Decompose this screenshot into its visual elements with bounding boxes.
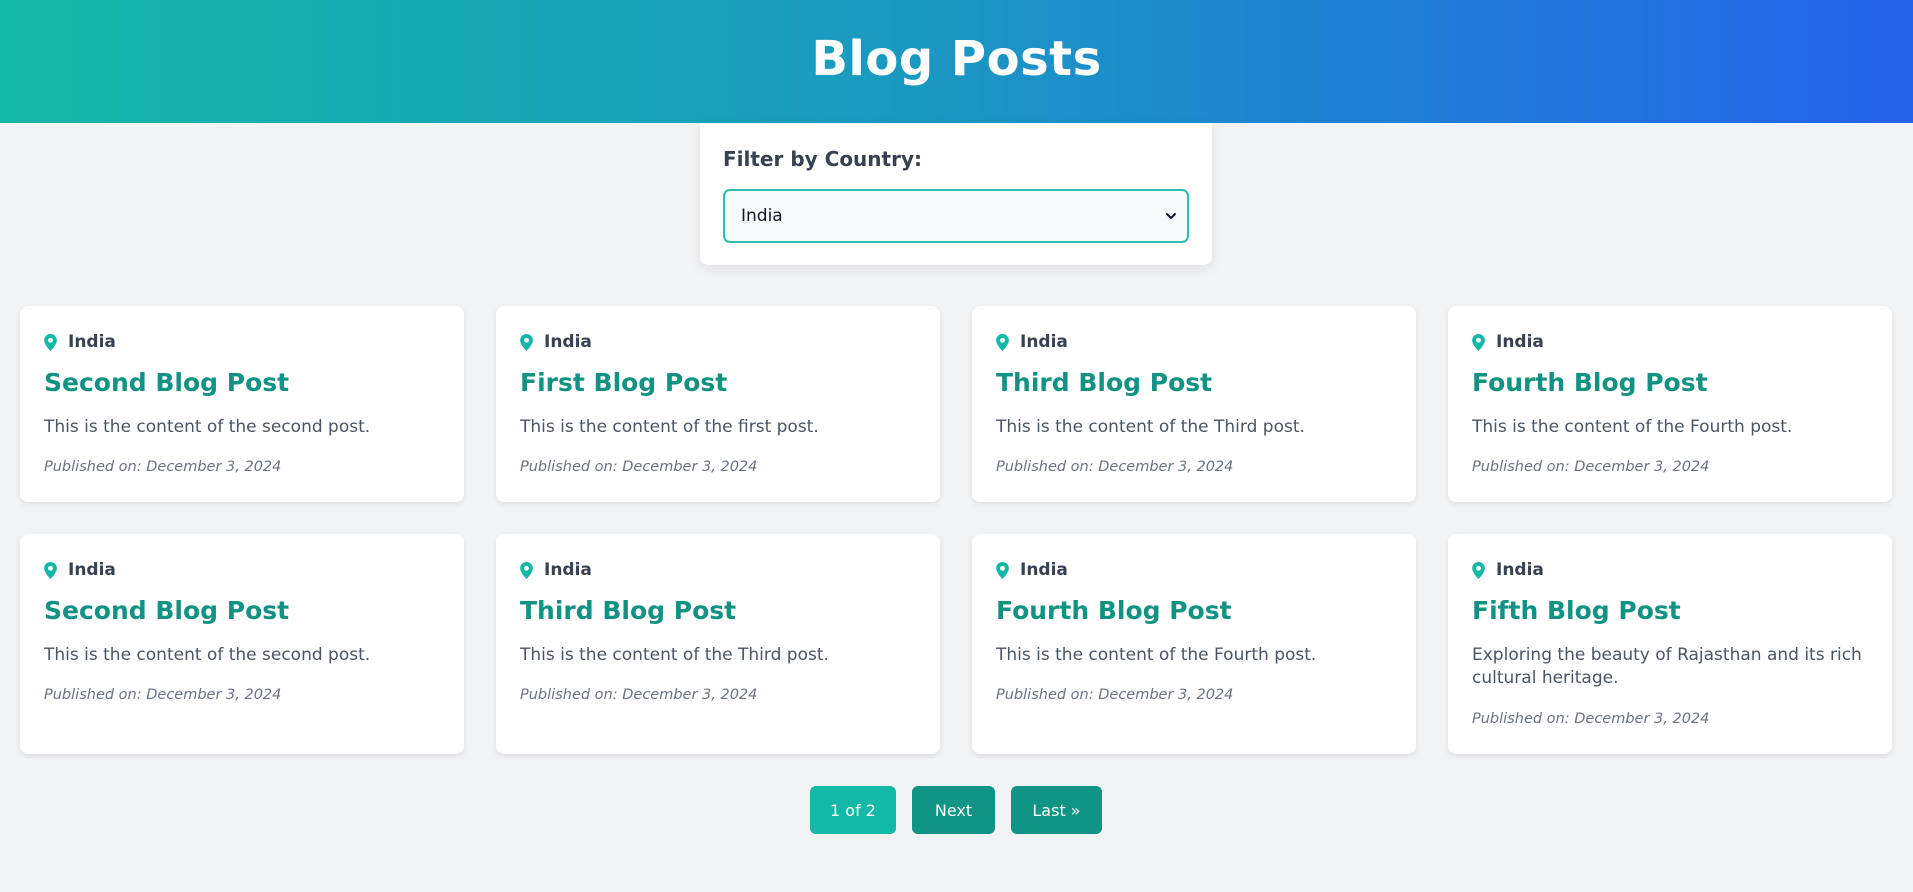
post-date: Published on: December 3, 2024 <box>1472 711 1710 727</box>
post-location: India <box>996 332 1068 352</box>
post-location: India <box>520 560 592 580</box>
country-select-value: India <box>741 206 783 226</box>
post-title[interactable]: Fifth Blog Post <box>1472 596 1681 625</box>
post-date: Published on: December 3, 2024 <box>44 459 282 475</box>
post-card[interactable]: India Third Blog Post This is the conten… <box>972 306 1416 502</box>
post-title[interactable]: Fourth Blog Post <box>996 596 1232 625</box>
post-date: Published on: December 3, 2024 <box>520 687 758 703</box>
post-title[interactable]: Second Blog Post <box>44 368 289 397</box>
post-date: Published on: December 3, 2024 <box>520 459 758 475</box>
chevron-down-icon <box>1166 213 1176 219</box>
location-pin-icon <box>44 561 57 579</box>
location-pin-icon <box>44 333 57 351</box>
post-country: India <box>544 332 592 352</box>
current-page-indicator[interactable]: 1 of 2 <box>810 786 896 834</box>
post-card[interactable]: India Second Blog Post This is the conte… <box>20 534 464 754</box>
post-content: This is the content of the Fourth post. <box>1472 417 1793 437</box>
post-location: India <box>520 332 592 352</box>
post-date: Published on: December 3, 2024 <box>1472 459 1710 475</box>
location-pin-icon <box>520 333 533 351</box>
location-pin-icon <box>520 561 533 579</box>
post-content: This is the content of the second post. <box>44 645 371 665</box>
post-title[interactable]: Second Blog Post <box>44 596 289 625</box>
post-country: India <box>68 332 116 352</box>
next-page-button[interactable]: Next <box>912 786 995 834</box>
location-pin-icon <box>996 561 1009 579</box>
post-location: India <box>1472 560 1544 580</box>
post-content: This is the content of the second post. <box>44 417 371 437</box>
post-card[interactable]: India Fourth Blog Post This is the conte… <box>972 534 1416 754</box>
post-card[interactable]: India Fourth Blog Post This is the conte… <box>1448 306 1892 502</box>
post-date: Published on: December 3, 2024 <box>996 687 1234 703</box>
post-country: India <box>1020 560 1068 580</box>
post-content: This is the content of the first post. <box>520 417 819 437</box>
post-title[interactable]: Third Blog Post <box>520 596 736 625</box>
post-country: India <box>544 560 592 580</box>
post-title[interactable]: First Blog Post <box>520 368 727 397</box>
post-title[interactable]: Fourth Blog Post <box>1472 368 1708 397</box>
country-filter-panel: Filter by Country: India <box>700 123 1212 265</box>
page-title: Blog Posts <box>811 30 1102 87</box>
page-header: Blog Posts <box>0 0 1913 123</box>
post-card[interactable]: India Third Blog Post This is the conten… <box>496 534 940 754</box>
country-select[interactable]: India <box>723 189 1189 243</box>
filter-label: Filter by Country: <box>723 147 922 171</box>
location-pin-icon <box>996 333 1009 351</box>
post-card[interactable]: India First Blog Post This is the conten… <box>496 306 940 502</box>
post-country: India <box>1496 332 1544 352</box>
post-date: Published on: December 3, 2024 <box>44 687 282 703</box>
location-pin-icon <box>1472 561 1485 579</box>
post-country: India <box>1020 332 1068 352</box>
post-location: India <box>996 560 1068 580</box>
post-country: India <box>1496 560 1544 580</box>
post-content: This is the content of the Fourth post. <box>996 645 1317 665</box>
post-location: India <box>44 560 116 580</box>
post-title[interactable]: Third Blog Post <box>996 368 1212 397</box>
post-country: India <box>68 560 116 580</box>
post-location: India <box>44 332 116 352</box>
location-pin-icon <box>1472 333 1485 351</box>
post-date: Published on: December 3, 2024 <box>996 459 1234 475</box>
post-content: Exploring the beauty of Rajasthan and it… <box>1472 645 1862 688</box>
post-content: This is the content of the Third post. <box>520 645 829 665</box>
last-page-button[interactable]: Last » <box>1011 786 1102 834</box>
post-card[interactable]: India Second Blog Post This is the conte… <box>20 306 464 502</box>
post-location: India <box>1472 332 1544 352</box>
post-content: This is the content of the Third post. <box>996 417 1305 437</box>
post-card[interactable]: India Fifth Blog Post Exploring the beau… <box>1448 534 1892 754</box>
